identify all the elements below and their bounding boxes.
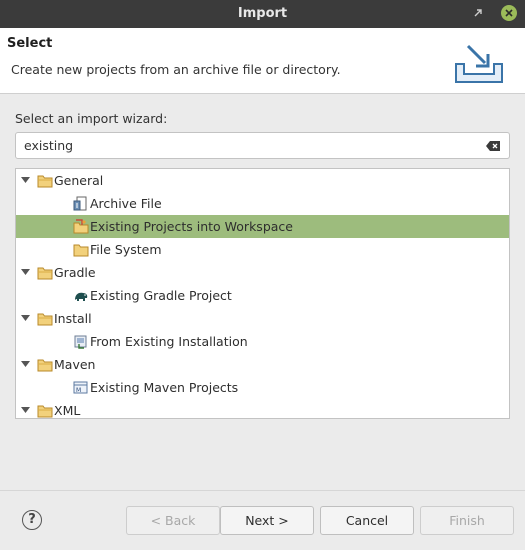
tree-label: General bbox=[54, 173, 104, 188]
filter-value: existing bbox=[24, 138, 74, 153]
wizard-filter-input[interactable]: existing bbox=[15, 132, 510, 159]
tree-item-row[interactable]: Existing Projects into Workspace bbox=[16, 215, 509, 238]
expand-arrow-icon[interactable] bbox=[21, 269, 30, 276]
close-button[interactable] bbox=[501, 5, 517, 21]
maven-project-icon: M bbox=[73, 380, 89, 395]
folder-icon bbox=[37, 265, 53, 280]
tree-label: Maven bbox=[54, 357, 96, 372]
wizard-body: Select an import wizard: existing Genera… bbox=[0, 95, 525, 490]
button-bar: ? < Back Next > Cancel Finish bbox=[0, 491, 525, 550]
tree-item-row[interactable]: M Existing Maven Projects bbox=[16, 376, 509, 399]
title-bar: Import bbox=[0, 0, 525, 28]
archive-file-icon bbox=[73, 196, 89, 211]
window-title: Import bbox=[237, 6, 288, 21]
folder-icon bbox=[37, 403, 53, 418]
finish-button[interactable]: Finish bbox=[420, 506, 514, 535]
page-title: Select bbox=[7, 36, 53, 51]
tree-category-row[interactable]: General bbox=[16, 169, 509, 192]
tree-item-row[interactable]: Archive File bbox=[16, 192, 509, 215]
help-button[interactable]: ? bbox=[22, 510, 42, 530]
tree-label: File System bbox=[90, 242, 162, 257]
tree-item-row[interactable]: From Existing Installation bbox=[16, 330, 509, 353]
svg-text:M: M bbox=[76, 387, 81, 394]
back-button[interactable]: < Back bbox=[126, 506, 220, 535]
gradle-elephant-icon bbox=[73, 288, 89, 303]
tree-label: Gradle bbox=[54, 265, 96, 280]
tree-category-row[interactable]: Maven bbox=[16, 353, 509, 376]
wizard-header: Select Create new projects from an archi… bbox=[0, 28, 525, 94]
tree-label: From Existing Installation bbox=[90, 334, 248, 349]
folder-icon bbox=[73, 242, 89, 257]
wizard-tree[interactable]: General Archive File Existing Projects int… bbox=[15, 168, 510, 419]
tree-label: Install bbox=[54, 311, 92, 326]
tree-category-row[interactable]: Install bbox=[16, 307, 509, 330]
tree-item-row[interactable]: File System bbox=[16, 238, 509, 261]
import-banner-icon bbox=[455, 44, 503, 83]
installation-icon bbox=[73, 334, 89, 349]
folder-icon bbox=[37, 311, 53, 326]
expand-arrow-icon[interactable] bbox=[21, 361, 30, 368]
expand-arrow-icon[interactable] bbox=[21, 407, 30, 414]
tree-label: Existing Gradle Project bbox=[90, 288, 232, 303]
tree-category-row[interactable]: Gradle bbox=[16, 261, 509, 284]
tree-label: Existing Projects into Workspace bbox=[90, 219, 293, 234]
clear-icon[interactable] bbox=[485, 140, 501, 152]
wizard-prompt: Select an import wizard: bbox=[15, 111, 168, 126]
cancel-button[interactable]: Cancel bbox=[320, 506, 414, 535]
tree-item-row[interactable]: Existing Gradle Project bbox=[16, 284, 509, 307]
folder-icon bbox=[37, 173, 53, 188]
tree-label: Archive File bbox=[90, 196, 162, 211]
expand-arrow-icon[interactable] bbox=[21, 315, 30, 322]
folder-icon bbox=[37, 357, 53, 372]
expand-arrow-icon[interactable] bbox=[21, 177, 30, 184]
next-button[interactable]: Next > bbox=[220, 506, 314, 535]
tree-label: XML bbox=[54, 403, 81, 418]
existing-projects-icon bbox=[73, 219, 89, 234]
help-icon: ? bbox=[28, 512, 36, 527]
restore-icon[interactable] bbox=[472, 7, 484, 19]
tree-label: Existing Maven Projects bbox=[90, 380, 239, 395]
tree-category-row[interactable]: XML bbox=[16, 399, 509, 418]
close-icon bbox=[505, 9, 513, 17]
page-description: Create new projects from an archive file… bbox=[11, 62, 341, 77]
